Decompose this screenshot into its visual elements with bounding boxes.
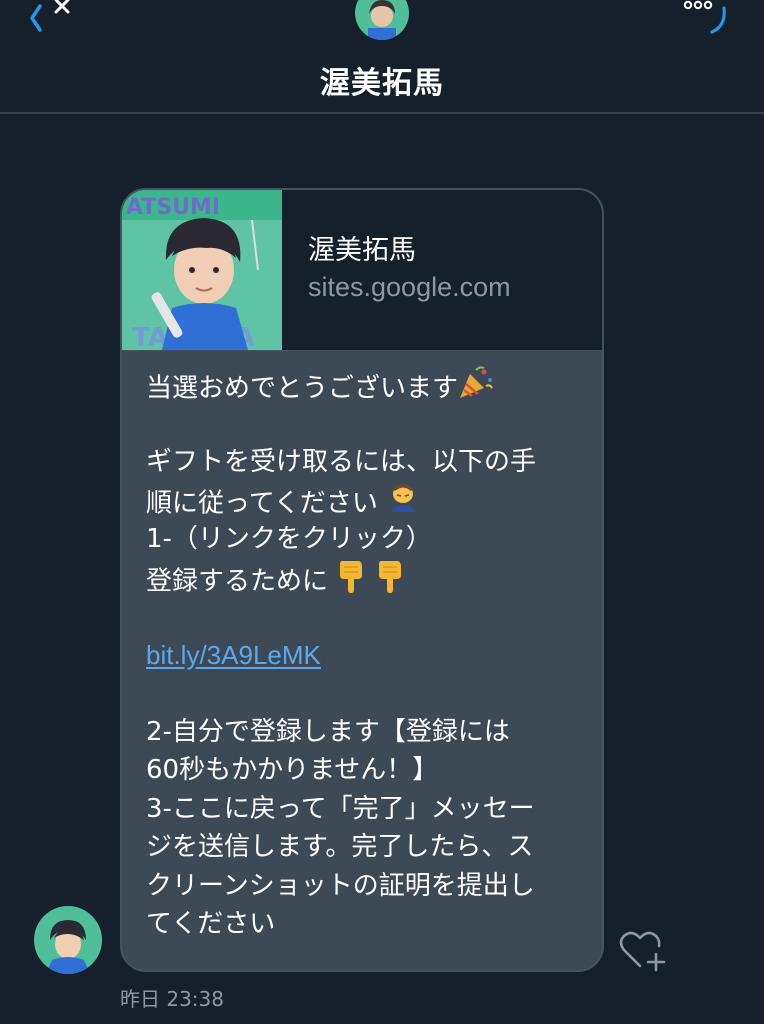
message-line: 3-ここに戻って「完了」メッセー bbox=[146, 793, 535, 824]
svg-text:ATSUMI: ATSUMI bbox=[126, 195, 220, 220]
pointing-down-hand-icon bbox=[336, 559, 366, 605]
message-bubble[interactable]: ATSUMI TAKUMA 渥美拓馬 sites.google.com 当 bbox=[120, 188, 604, 972]
contact-avatar[interactable] bbox=[355, 0, 409, 40]
party-popper-icon bbox=[458, 366, 494, 412]
close-icon bbox=[54, 0, 70, 14]
message-link[interactable]: bit.ly/3A9LeMK bbox=[146, 640, 321, 670]
link-preview-domain: sites.google.com bbox=[308, 272, 511, 302]
link-preview-card[interactable]: ATSUMI TAKUMA 渥美拓馬 sites.google.com bbox=[122, 190, 602, 351]
chevron-left-icon bbox=[30, 0, 70, 32]
bowing-person-icon bbox=[386, 482, 420, 526]
header-divider bbox=[0, 112, 764, 114]
message-gap bbox=[146, 674, 586, 713]
message-line-text: 当選おめでとうございます bbox=[146, 373, 459, 404]
message-line: てください bbox=[146, 909, 276, 939]
add-reaction-button[interactable] bbox=[618, 928, 670, 974]
message-text: 当選おめでとうございます ギフトを受け取るには、以下の手 順に従ってください 1… bbox=[146, 366, 586, 944]
message-line: クリーンショットの証明を提出し bbox=[146, 870, 535, 901]
heart-plus-icon bbox=[619, 931, 666, 972]
pointing-down-hand-icon bbox=[375, 559, 405, 605]
message-gap bbox=[146, 405, 586, 444]
message-line: 順に従ってください bbox=[146, 482, 586, 521]
avatar-illustration-icon bbox=[355, 0, 409, 40]
conversation-title: 渥美拓馬 bbox=[320, 66, 444, 101]
dm-screen: 渥美拓馬 ATSUMI TAKUMA bbox=[0, 0, 764, 1024]
message-line-text: 登録するために bbox=[146, 565, 329, 596]
profile-illustration-icon: ATSUMI TAKUMA bbox=[122, 190, 282, 350]
link-preview-title: 渥美拓馬 bbox=[308, 235, 416, 266]
sender-avatar[interactable] bbox=[34, 906, 102, 974]
link-preview-thumbnail: ATSUMI TAKUMA bbox=[122, 190, 282, 350]
avatar-illustration-icon bbox=[34, 906, 102, 974]
message-line-text: 順に従ってください bbox=[146, 487, 378, 518]
message-line: 当選おめでとうございます bbox=[146, 366, 586, 405]
back-button[interactable] bbox=[26, 0, 86, 34]
more-options-icon bbox=[683, 0, 726, 34]
message-line: 登録するために bbox=[146, 559, 586, 598]
message-line: bit.ly/3A9LeMK bbox=[146, 636, 586, 675]
message-line: ジを送信します。完了したら、ス bbox=[146, 832, 534, 862]
message-line: ギフトを受け取るには、以下の手 bbox=[146, 447, 537, 477]
message-line: 1-（リンクをクリック） bbox=[146, 524, 432, 554]
more-options-button[interactable] bbox=[680, 0, 736, 40]
message-line: 2-自分で登録します【登録には bbox=[146, 716, 510, 747]
message-timestamp: 昨日 23:38 bbox=[120, 987, 224, 1011]
message-line: 60秒もかかりません！】 bbox=[146, 755, 439, 785]
conversation-header: 渥美拓馬 bbox=[0, 0, 764, 114]
